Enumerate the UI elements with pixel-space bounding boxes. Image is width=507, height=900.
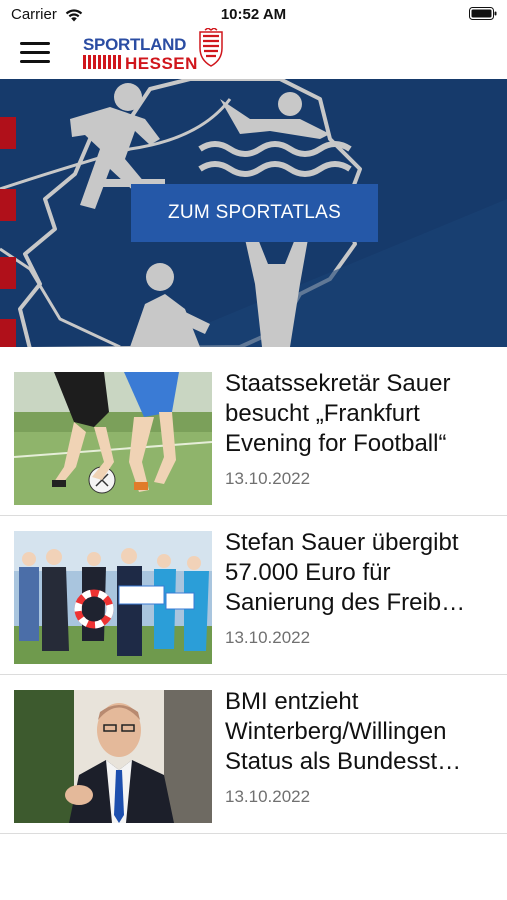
- logo-stripes: [83, 55, 121, 69]
- red-mark: [0, 257, 16, 289]
- nav-bar: SPORTLAND HESSEN: [0, 28, 507, 78]
- red-mark: [0, 319, 16, 347]
- hamburger-menu-icon[interactable]: [20, 42, 50, 64]
- news-item[interactable]: BMI entzieht Winterberg/Willingen Status…: [0, 675, 507, 834]
- news-title-line: Status als Bundesst…: [225, 748, 462, 775]
- football-players-photo: [14, 372, 212, 505]
- hero-banner[interactable]: ZUM SPORTATLAS: [0, 79, 507, 347]
- sportland-hessen-logo[interactable]: SPORTLAND HESSEN: [82, 28, 224, 74]
- news-title-line: Winterberg/Willingen: [225, 718, 447, 745]
- politician-portrait-photo: [14, 690, 212, 823]
- news-date: 13.10.2022: [225, 469, 311, 488]
- news-title-line: Sanierung des Freib…: [225, 589, 466, 616]
- news-title-line: 57.000 Euro für: [225, 559, 391, 586]
- red-mark: [0, 117, 16, 149]
- news-list: Staatssekretär Sauer besucht „Frankfurt …: [0, 357, 507, 834]
- news-title: Staatssekretär Sauer besucht „Frankfurt …: [225, 369, 497, 459]
- news-thumbnail: [14, 372, 212, 505]
- status-bar: Carrier 10:52 AM: [0, 0, 507, 28]
- sportatlas-button[interactable]: ZUM SPORTATLAS: [131, 184, 378, 242]
- news-item[interactable]: Stefan Sauer übergibt 57.000 Euro für Sa…: [0, 516, 507, 675]
- logo-line2: HESSEN: [125, 54, 198, 73]
- news-title: BMI entzieht Winterberg/Willingen Status…: [225, 687, 497, 777]
- logo-line1: SPORTLAND: [83, 35, 186, 54]
- news-thumbnail: [14, 531, 212, 664]
- news-title-line: besucht „Frankfurt: [225, 400, 420, 427]
- news-title-line: BMI entzieht: [225, 688, 359, 715]
- battery-icon: [469, 7, 497, 20]
- news-date: 13.10.2022: [225, 787, 311, 806]
- news-date: 13.10.2022: [225, 628, 311, 647]
- news-thumbnail: [14, 690, 212, 823]
- red-mark: [0, 189, 16, 221]
- news-item[interactable]: Staatssekretär Sauer besucht „Frankfurt …: [0, 357, 507, 516]
- news-title-line: Stefan Sauer übergibt: [225, 529, 459, 556]
- hessen-lion-icon: [199, 28, 223, 67]
- news-title-line: Staatssekretär Sauer: [225, 370, 451, 397]
- group-check-handover-photo: [14, 531, 212, 664]
- status-time: 10:52 AM: [220, 6, 287, 23]
- news-title-line: Evening for Football“: [225, 430, 447, 457]
- news-title: Stefan Sauer übergibt 57.000 Euro für Sa…: [225, 528, 497, 618]
